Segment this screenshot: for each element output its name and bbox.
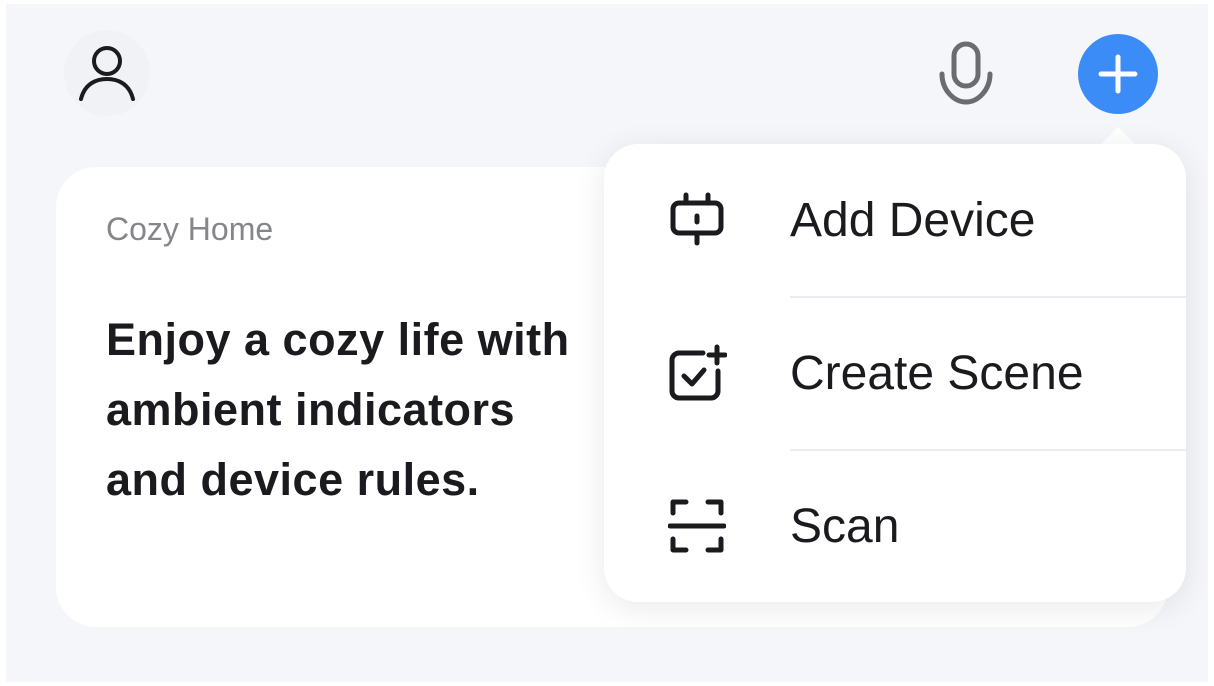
avatar-button[interactable] (64, 30, 150, 116)
menu-item-label: Create Scene (790, 346, 1084, 400)
card-description-line: and device rules. (106, 454, 480, 505)
plus-icon (1098, 54, 1138, 94)
menu-item-create-scene[interactable]: Create Scene (604, 297, 1186, 449)
voice-button[interactable] (930, 38, 1002, 110)
add-menu: Add Device Create Scene Scan (604, 144, 1186, 602)
card-description-line: ambient indicators (106, 384, 516, 435)
home-screen: Cozy Home Enjoy a cozy life with ambient… (6, 4, 1208, 682)
menu-item-scan[interactable]: Scan (604, 450, 1186, 602)
card-description: Enjoy a cozy life with ambient indicator… (106, 305, 570, 515)
menu-item-label: Scan (790, 499, 900, 553)
menu-item-add-device[interactable]: Add Device (604, 144, 1186, 296)
microphone-icon (939, 41, 993, 105)
create-scene-icon (666, 342, 728, 404)
user-profile-icon (79, 46, 135, 101)
card-description-line: Enjoy a cozy life with (106, 314, 570, 365)
add-device-icon (666, 189, 728, 251)
card-title: Cozy Home (106, 211, 274, 247)
add-button[interactable] (1078, 34, 1158, 114)
menu-item-label: Add Device (790, 193, 1036, 247)
scan-icon (666, 495, 728, 557)
